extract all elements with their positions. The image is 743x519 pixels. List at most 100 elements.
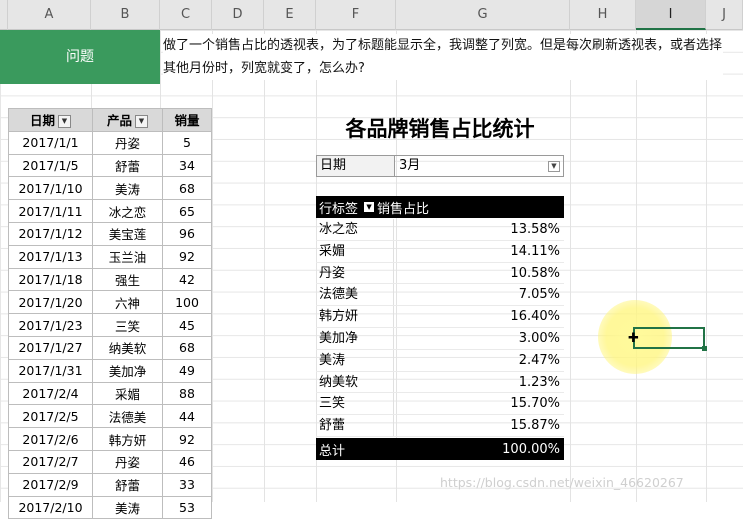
quantity-cell[interactable]: 100 bbox=[162, 290, 212, 315]
product-cell[interactable]: 丹姿 bbox=[92, 449, 163, 474]
pivot-total-label[interactable]: 总计 bbox=[316, 440, 502, 459]
column-header-i[interactable]: I bbox=[636, 0, 706, 30]
product-cell[interactable]: 纳美软 bbox=[92, 335, 163, 360]
product-cell[interactable]: 韩方妍 bbox=[92, 427, 163, 451]
product-cell[interactable]: 美涛 bbox=[92, 495, 163, 519]
quantity-cell[interactable]: 42 bbox=[162, 267, 212, 292]
pivot-title[interactable]: 各品牌销售占比统计 bbox=[316, 113, 564, 143]
date-cell[interactable]: 2017/1/10 bbox=[8, 176, 93, 201]
pivot-share-cell[interactable]: 3.00% bbox=[394, 328, 564, 349]
pivot-brand-cell[interactable]: 丹姿 bbox=[316, 262, 394, 284]
column-header-a[interactable]: A bbox=[8, 0, 91, 30]
product-cell[interactable]: 强生 bbox=[92, 267, 163, 292]
quantity-cell[interactable]: 53 bbox=[162, 495, 212, 519]
product-cell[interactable]: 三笑 bbox=[92, 313, 163, 337]
pivot-share-cell[interactable]: 7.05% bbox=[394, 284, 564, 305]
pivot-brand-cell[interactable]: 美涛 bbox=[316, 349, 394, 371]
filter-dropdown-icon[interactable]: ▼ bbox=[58, 115, 71, 129]
product-cell[interactable]: 玉兰油 bbox=[92, 244, 163, 269]
pivot-share-cell[interactable]: 10.58% bbox=[394, 263, 564, 284]
date-cell[interactable]: 2017/2/10 bbox=[8, 495, 93, 519]
date-cell[interactable]: 2017/1/1 bbox=[8, 130, 93, 155]
quantity-cell[interactable]: 92 bbox=[162, 244, 212, 269]
header-quantity[interactable]: 销量 bbox=[162, 108, 212, 132]
question-text-cell[interactable]: 做了一个销售占比的透视表，为了标题能显示全，我调整了列宽。但是每次刷新透视表，或… bbox=[163, 34, 723, 80]
quantity-cell[interactable]: 33 bbox=[162, 472, 212, 497]
product-cell[interactable]: 舒蕾 bbox=[92, 472, 163, 497]
quantity-cell[interactable]: 65 bbox=[162, 199, 212, 223]
pivot-brand-cell[interactable]: 韩方妍 bbox=[316, 306, 394, 327]
date-cell[interactable]: 2017/2/5 bbox=[8, 404, 93, 429]
header-date[interactable]: 日期 ▼ bbox=[8, 108, 93, 132]
quantity-cell[interactable]: 34 bbox=[162, 153, 212, 178]
column-header-g[interactable]: G bbox=[396, 0, 570, 30]
date-cell[interactable]: 2017/2/4 bbox=[8, 381, 93, 406]
date-cell[interactable]: 2017/2/9 bbox=[8, 472, 93, 497]
pivot-brand-cell[interactable]: 舒蕾 bbox=[316, 415, 394, 436]
quantity-cell[interactable]: 46 bbox=[162, 449, 212, 474]
pivot-share-cell[interactable]: 1.23% bbox=[394, 372, 564, 393]
quantity-cell[interactable]: 44 bbox=[162, 404, 212, 429]
product-cell[interactable]: 六神 bbox=[92, 290, 163, 315]
pivot-share-cell[interactable]: 13.58% bbox=[394, 219, 564, 240]
pivot-brand-cell[interactable]: 美加净 bbox=[316, 327, 394, 349]
question-label-cell[interactable]: 问题 bbox=[0, 30, 160, 84]
fill-handle[interactable] bbox=[702, 346, 707, 351]
product-cell[interactable]: 舒蕾 bbox=[92, 153, 163, 178]
header-product[interactable]: 产品 ▼ bbox=[92, 108, 163, 132]
column-header-e[interactable]: E bbox=[264, 0, 316, 30]
product-cell[interactable]: 美加净 bbox=[92, 358, 163, 383]
column-header-b[interactable]: B bbox=[91, 0, 160, 30]
filter-dropdown-icon[interactable]: ▼ bbox=[135, 115, 148, 129]
pivot-brand-cell[interactable]: 采媚 bbox=[316, 240, 394, 262]
column-header-c[interactable]: C bbox=[160, 0, 212, 30]
filter-funnel-icon[interactable]: ▼ bbox=[548, 161, 560, 172]
pivot-share-cell[interactable]: 15.70% bbox=[394, 393, 564, 414]
date-cell[interactable]: 2017/1/13 bbox=[8, 244, 93, 269]
pivot-row-label[interactable]: 行标签 bbox=[316, 198, 358, 217]
product-cell[interactable]: 冰之恋 bbox=[92, 199, 163, 223]
pivot-filter-label[interactable]: 日期 bbox=[317, 156, 395, 176]
select-all-corner[interactable] bbox=[0, 0, 8, 30]
pivot-total-value[interactable]: 100.00% bbox=[502, 442, 564, 457]
date-cell[interactable]: 2017/1/11 bbox=[8, 199, 93, 223]
date-cell[interactable]: 2017/1/27 bbox=[8, 335, 93, 360]
date-cell[interactable]: 2017/1/20 bbox=[8, 290, 93, 315]
selected-cell[interactable] bbox=[633, 327, 705, 349]
product-cell[interactable]: 美涛 bbox=[92, 176, 163, 201]
pivot-share-cell[interactable]: 14.11% bbox=[394, 241, 564, 262]
date-cell[interactable]: 2017/2/6 bbox=[8, 427, 93, 451]
quantity-cell[interactable]: 45 bbox=[162, 313, 212, 337]
date-cell[interactable]: 2017/1/12 bbox=[8, 221, 93, 246]
pivot-share-cell[interactable]: 15.87% bbox=[394, 415, 564, 436]
pivot-share-cell[interactable]: 2.47% bbox=[394, 350, 564, 371]
quantity-cell[interactable]: 96 bbox=[162, 221, 212, 246]
pivot-brand-cell[interactable]: 三笑 bbox=[316, 393, 394, 415]
pivot-brand-cell[interactable]: 法德美 bbox=[316, 284, 394, 306]
pivot-filter-value[interactable]: 3月 ▼ bbox=[395, 156, 563, 176]
pivot-brand-cell[interactable]: 纳美软 bbox=[316, 371, 394, 393]
pivot-value-label[interactable]: 销售占比 bbox=[377, 198, 429, 217]
quantity-cell[interactable]: 88 bbox=[162, 381, 212, 406]
product-cell[interactable]: 美宝莲 bbox=[92, 221, 163, 246]
quantity-cell[interactable]: 5 bbox=[162, 130, 212, 155]
quantity-cell[interactable]: 68 bbox=[162, 176, 212, 201]
product-cell[interactable]: 采媚 bbox=[92, 381, 163, 406]
pivot-share-cell[interactable]: 16.40% bbox=[394, 306, 564, 327]
product-cell[interactable]: 法德美 bbox=[92, 404, 163, 429]
date-cell[interactable]: 2017/1/18 bbox=[8, 267, 93, 292]
date-cell[interactable]: 2017/1/23 bbox=[8, 313, 93, 337]
date-cell[interactable]: 2017/1/31 bbox=[8, 358, 93, 383]
product-cell[interactable]: 丹姿 bbox=[92, 130, 163, 155]
pivot-brand-cell[interactable]: 冰之恋 bbox=[316, 219, 394, 240]
row-label-dropdown-icon[interactable]: ▼ bbox=[364, 202, 375, 212]
column-header-j[interactable]: J bbox=[706, 0, 743, 30]
quantity-cell[interactable]: 92 bbox=[162, 427, 212, 451]
column-header-h[interactable]: H bbox=[570, 0, 636, 30]
quantity-cell[interactable]: 68 bbox=[162, 335, 212, 360]
date-cell[interactable]: 2017/2/7 bbox=[8, 449, 93, 474]
column-header-d[interactable]: D bbox=[212, 0, 264, 30]
date-cell[interactable]: 2017/1/5 bbox=[8, 153, 93, 178]
quantity-cell[interactable]: 49 bbox=[162, 358, 212, 383]
column-header-f[interactable]: F bbox=[316, 0, 396, 30]
